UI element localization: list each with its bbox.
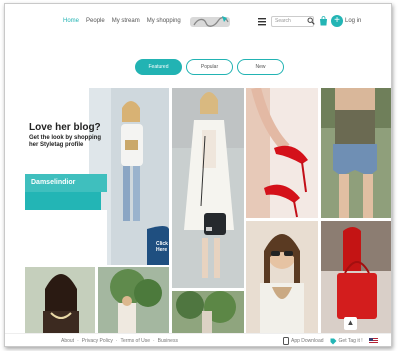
- us-flag-icon[interactable]: [368, 338, 378, 344]
- footer-separator: ·: [153, 338, 155, 344]
- footer: About · Privacy Policy · Terms of Use · …: [5, 333, 391, 346]
- promo-photo: [25, 88, 169, 265]
- login-link[interactable]: Log in: [345, 18, 361, 24]
- promo-subheading: Get the look by shopping her Styletag pr…: [29, 135, 101, 148]
- footer-link-privacy[interactable]: Privacy Policy: [82, 338, 113, 344]
- footer-link-terms[interactable]: Terms of Use: [121, 338, 150, 344]
- add-button[interactable]: +: [331, 15, 343, 27]
- menu-icon[interactable]: [258, 17, 266, 26]
- scroll-to-top-button[interactable]: ▲: [344, 317, 357, 330]
- tab-featured[interactable]: Featured: [135, 59, 182, 75]
- footer-link-business[interactable]: Business: [158, 338, 178, 344]
- shopping-bag-icon[interactable]: [319, 16, 328, 26]
- footer-link-about[interactable]: About: [61, 338, 74, 344]
- top-bar: Home People My stream My shopping Search…: [5, 4, 391, 44]
- photo-tile-red-bag[interactable]: [321, 221, 391, 333]
- tab-popular[interactable]: Popular: [186, 59, 233, 75]
- photo-tile-white-cardigan[interactable]: [172, 88, 244, 288]
- app-download-link[interactable]: App Download: [283, 337, 324, 345]
- photo-tile-denim-shorts[interactable]: [321, 88, 391, 218]
- feed-tabs: Featured Popular New: [135, 59, 284, 75]
- app-download-label: App Download: [291, 338, 324, 344]
- phone-icon: [283, 337, 289, 345]
- nav-item-people[interactable]: People: [86, 18, 105, 24]
- nav-item-my-stream[interactable]: My stream: [112, 18, 140, 24]
- app-window: Home People My stream My shopping Search…: [4, 3, 392, 347]
- main-nav: Home People My stream My shopping: [63, 18, 181, 24]
- styletag-logo[interactable]: [188, 12, 234, 32]
- nav-item-home[interactable]: Home: [63, 18, 79, 24]
- footer-app-links: App Download Get Tag it !: [283, 337, 378, 345]
- image-grid: Love her blog? Get the look by shopping …: [5, 88, 391, 333]
- footer-separator: ·: [115, 338, 118, 344]
- tab-new[interactable]: New: [237, 59, 284, 75]
- footer-separator: ·: [77, 338, 79, 344]
- photo-tile-street[interactable]: [98, 267, 169, 333]
- promo-brand-name: Damselindior: [31, 179, 76, 186]
- footer-links: About · Privacy Policy · Terms of Use · …: [61, 338, 178, 344]
- promo-heading: Love her blog?: [29, 122, 101, 133]
- tag-icon: [330, 338, 337, 344]
- photo-tile-trees[interactable]: [172, 291, 244, 333]
- search-icon[interactable]: [307, 17, 315, 25]
- photo-tile-red-heels[interactable]: [246, 88, 318, 218]
- promo-cta[interactable]: Click Here: [156, 241, 168, 253]
- nav-item-my-shopping[interactable]: My shopping: [147, 18, 181, 24]
- promo-tile[interactable]: Love her blog? Get the look by shopping …: [25, 88, 169, 265]
- get-tag-it-link[interactable]: Get Tag it !: [330, 338, 363, 345]
- photo-tile-sunglasses[interactable]: [246, 221, 318, 333]
- get-tag-it-label: Get Tag it !: [338, 338, 363, 344]
- photo-tile-necklace[interactable]: [25, 267, 95, 333]
